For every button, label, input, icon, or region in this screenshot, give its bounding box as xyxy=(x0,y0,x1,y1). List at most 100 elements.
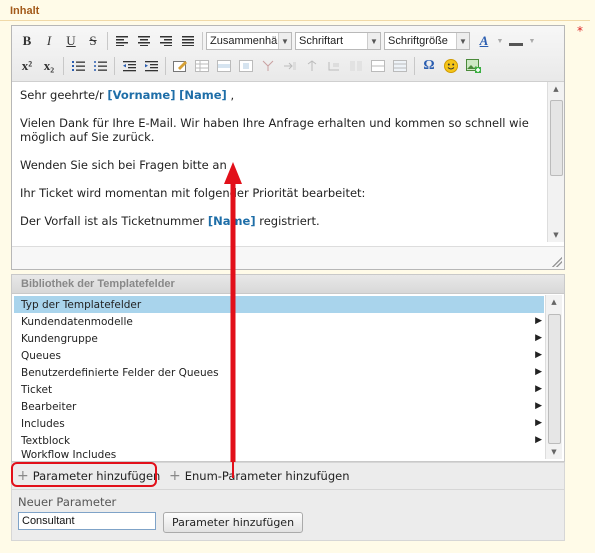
scrollbar-thumb[interactable] xyxy=(548,314,561,444)
toolbar-separator xyxy=(165,57,166,75)
smiley-icon[interactable] xyxy=(440,56,462,76)
size-select-value: Schriftgröße xyxy=(388,35,448,47)
split-cells-icon[interactable] xyxy=(257,56,279,76)
chevron-down-icon: ▼ xyxy=(278,33,291,49)
align-center-icon[interactable] xyxy=(133,31,155,51)
chevron-right-icon: ▶ xyxy=(535,401,542,411)
editor-paragraph: Der Vorfall ist als Ticketnummer [Name] … xyxy=(20,214,540,228)
chevron-right-icon: ▶ xyxy=(535,418,542,428)
table-row-icon[interactable] xyxy=(213,56,235,76)
text-span: Sehr geehrte/r xyxy=(20,88,108,102)
rich-text-editor: B I U S Zusammenhäng ▼ Schriftart ▼ Schr… xyxy=(11,25,565,270)
table-properties-icon[interactable] xyxy=(389,56,411,76)
strikethrough-icon[interactable]: S xyxy=(82,31,104,51)
chevron-right-icon: ▶ xyxy=(535,435,542,445)
outdent-icon[interactable] xyxy=(118,56,140,76)
add-enum-parameter-button[interactable]: + Enum-Parameter hinzufügen xyxy=(169,467,350,485)
merge-cells-icon[interactable] xyxy=(367,56,389,76)
library-item-label: Bearbeiter xyxy=(21,400,77,413)
chevron-down-icon: ▼ xyxy=(456,33,469,49)
scroll-up-icon[interactable]: ▲ xyxy=(546,295,562,309)
superscript-icon[interactable]: x² xyxy=(16,56,38,76)
text-color-icon[interactable]: A xyxy=(473,31,495,51)
library-item[interactable]: Typ der Templatefelder xyxy=(14,296,544,313)
chevron-down-icon: ▼ xyxy=(367,33,380,49)
bulleted-list-icon[interactable] xyxy=(89,56,111,76)
toolbar-separator xyxy=(107,32,108,50)
library-header: Bibliothek der Templatefelder xyxy=(12,275,564,294)
chevron-right-icon: ▶ xyxy=(535,350,542,360)
text-span: , xyxy=(226,88,235,102)
library-item-label: Kundengruppe xyxy=(21,332,98,345)
italic-icon[interactable]: I xyxy=(38,31,60,51)
add-enum-parameter-label: Enum-Parameter hinzufügen xyxy=(184,469,350,483)
resize-grip-icon[interactable] xyxy=(552,257,562,267)
delete-row-icon[interactable] xyxy=(323,56,345,76)
library-item[interactable]: Includes ▶ xyxy=(14,415,544,432)
library-item-label: Queues xyxy=(21,349,61,362)
library-item[interactable]: Bearbeiter ▶ xyxy=(14,398,544,415)
text-span: Der Vorfall ist als Ticketnummer xyxy=(20,214,208,228)
library-list: Typ der Templatefelder Kundendatenmodell… xyxy=(14,296,544,461)
toolbar-separator xyxy=(414,57,415,75)
library-item[interactable]: Kundendatenmodelle ▶ xyxy=(14,313,544,330)
library-item-label: Benutzerdefinierte Felder der Queues xyxy=(21,366,219,379)
editor-paragraph: Vielen Dank für Ihre E-Mail. Wir haben I… xyxy=(20,116,529,144)
scrollbar-thumb[interactable] xyxy=(550,100,563,176)
chevron-down-icon[interactable]: ▼ xyxy=(527,31,537,51)
library-item[interactable]: Textblock ▶ xyxy=(14,432,544,449)
library-item[interactable]: Kundengruppe ▶ xyxy=(14,330,544,347)
toolbar-separator xyxy=(114,57,115,75)
library-item[interactable]: Benutzerdefinierte Felder der Queues ▶ xyxy=(14,364,544,381)
editor-scrollbar[interactable]: ▲ ▼ xyxy=(547,82,564,242)
scroll-up-icon[interactable]: ▲ xyxy=(548,82,564,96)
insert-column-icon[interactable] xyxy=(301,56,323,76)
insert-row-icon[interactable] xyxy=(279,56,301,76)
edit-table-icon[interactable] xyxy=(169,56,191,76)
text-span: registriert. xyxy=(255,214,320,228)
delete-column-icon[interactable] xyxy=(345,56,367,76)
new-parameter-panel: Neuer Parameter Parameter hinzufügen xyxy=(11,490,565,541)
chevron-down-icon[interactable]: ▼ xyxy=(495,31,505,51)
image-icon[interactable] xyxy=(462,56,484,76)
insert-table-icon[interactable] xyxy=(191,56,213,76)
library-item[interactable]: Queues ▶ xyxy=(14,347,544,364)
chevron-right-icon: ▶ xyxy=(535,333,542,343)
subscript-icon[interactable]: x₂ xyxy=(38,56,60,76)
placeholder-name: [Name] xyxy=(179,88,227,102)
align-right-icon[interactable] xyxy=(155,31,177,51)
chevron-right-icon: ▶ xyxy=(535,316,542,326)
toolbar-row-1: B I U S Zusammenhäng ▼ Schriftart ▼ Schr… xyxy=(16,30,537,52)
underline-icon[interactable]: U xyxy=(60,31,82,51)
bold-icon[interactable]: B xyxy=(16,31,38,51)
font-select-value: Schriftart xyxy=(299,35,344,47)
scroll-down-icon[interactable]: ▼ xyxy=(548,228,564,242)
library-item[interactable]: Workflow Includes xyxy=(14,449,544,461)
new-parameter-input[interactable] xyxy=(18,512,156,530)
align-left-icon[interactable] xyxy=(111,31,133,51)
chevron-right-icon: ▶ xyxy=(535,367,542,377)
indent-icon[interactable] xyxy=(140,56,162,76)
annotation-highlight-box xyxy=(11,462,157,487)
size-select[interactable]: Schriftgröße ▼ xyxy=(384,32,470,50)
editor-content[interactable]: Sehr geehrte/r [Vorname] [Name] , Vielen… xyxy=(20,88,540,242)
format-select[interactable]: Zusammenhäng ▼ xyxy=(206,32,292,50)
scroll-down-icon[interactable]: ▼ xyxy=(546,445,562,459)
placeholder-name: [Name] xyxy=(207,214,256,228)
editor-paragraph: Ihr Ticket wird momentan mit folgender P… xyxy=(20,186,366,200)
library-scrollbar[interactable]: ▲ ▼ xyxy=(545,295,562,459)
table-cell-icon[interactable] xyxy=(235,56,257,76)
submit-parameter-button[interactable]: Parameter hinzufügen xyxy=(163,512,304,533)
numbered-list-icon[interactable] xyxy=(67,56,89,76)
background-color-icon[interactable] xyxy=(505,31,527,51)
editor-paragraph: Wenden Sie sich bei Fragen bitte an xyxy=(20,158,227,172)
placeholder-vorname: [Vorname] xyxy=(107,88,176,102)
library-item-label: Workflow Includes xyxy=(21,449,117,461)
section-title: Inhalt xyxy=(10,5,40,17)
font-select[interactable]: Schriftart ▼ xyxy=(295,32,381,50)
editor-toolbar: B I U S Zusammenhäng ▼ Schriftart ▼ Schr… xyxy=(12,26,564,82)
special-char-icon[interactable]: Ω xyxy=(418,56,440,76)
library-item[interactable]: Ticket ▶ xyxy=(14,381,544,398)
align-justify-icon[interactable] xyxy=(177,31,199,51)
toolbar-separator xyxy=(63,57,64,75)
